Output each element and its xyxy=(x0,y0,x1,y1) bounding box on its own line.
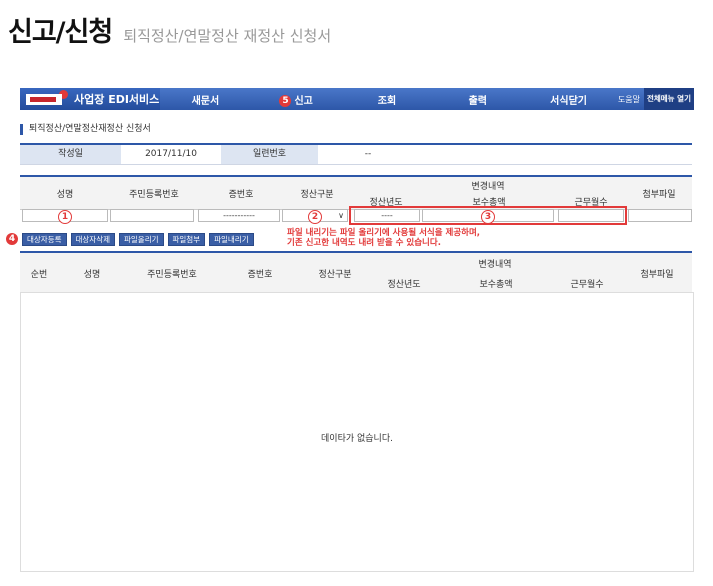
label-serial: 일련번호 xyxy=(221,145,318,164)
step-marker-1: 1 xyxy=(58,210,72,224)
col-cert-no: 증번호 xyxy=(228,190,254,200)
download-notice: 파일 내리기는 파일 올리기에 사용될 서식을 제공하며, 기존 신고한 내역도… xyxy=(287,228,480,248)
delete-target-button[interactable]: 대상자삭제 xyxy=(70,232,115,246)
label-date: 작성일 xyxy=(20,145,121,164)
step-marker-5: 5 xyxy=(279,94,292,107)
menu-all-open[interactable]: 전체메뉴 열기 xyxy=(643,88,694,110)
list-col-seq: 순번 xyxy=(30,270,48,280)
col-attach: 첨부파일 xyxy=(642,190,676,200)
highlight-box xyxy=(349,206,627,225)
empty-message: 데이타가 없습니다. xyxy=(321,434,393,444)
page-header: 신고/신청 퇴직정산/연말정산 재정산 신청서 xyxy=(8,10,331,49)
menu-print[interactable]: 출력 xyxy=(432,92,523,107)
notice-line-2: 기존 신고한 내역도 내려 받을 수 있습니다. xyxy=(287,238,441,248)
attach-input[interactable] xyxy=(628,209,692,222)
col-rrn: 주민등록번호 xyxy=(129,190,179,200)
list-col-months: 근무월수 xyxy=(570,280,604,290)
calc-type-select[interactable]: 2 ∨ xyxy=(282,209,348,224)
top-nav-bar: 사업장 EDI서비스 새문서 5 신고 조회 출력 서식닫기 도움말 전체메뉴 열… xyxy=(20,88,694,110)
list-col-year: 정산년도 xyxy=(387,280,421,290)
form-grid-header: 성명 주민등록번호 증번호 정산구분 변경내역 정산년도 보수총액 근무월수 첨… xyxy=(20,175,692,210)
list-col-name: 성명 xyxy=(83,270,101,280)
menu-close-form[interactable]: 서식닫기 xyxy=(523,92,614,107)
step-marker-4: 4 xyxy=(6,233,18,245)
menu-report-label: 신고 xyxy=(294,95,313,107)
upload-file-button[interactable]: 파일올리기 xyxy=(119,232,164,246)
brand[interactable]: 사업장 EDI서비스 xyxy=(20,88,160,110)
register-target-button[interactable]: 대상자등록 xyxy=(22,232,67,246)
rrn-input[interactable] xyxy=(110,209,194,222)
name-input[interactable]: 1 xyxy=(22,209,108,224)
step-marker-2: 2 xyxy=(308,210,322,224)
download-file-button[interactable]: 파일내리기 xyxy=(209,232,254,246)
list-col-calc-type: 정산구분 xyxy=(318,270,352,280)
list-col-salary: 보수총액 xyxy=(479,280,513,290)
info-bar: 작성일 2017/11/10 일련번호 -- xyxy=(20,143,692,165)
menu-new-document[interactable]: 새문서 xyxy=(160,92,251,107)
col-change: 변경내역 xyxy=(471,182,505,192)
serial-value[interactable]: -- xyxy=(318,145,418,164)
notice-line-1: 파일 내리기는 파일 올리기에 사용될 서식을 제공하며, xyxy=(287,228,481,238)
col-calc-type: 정산구분 xyxy=(300,190,334,200)
page-subtitle: 퇴직정산/연말정산 재정산 신청서 xyxy=(123,27,332,45)
list-col-cert-no: 증번호 xyxy=(247,270,273,280)
cert-no-input[interactable]: ----------- xyxy=(198,209,280,222)
chevron-down-icon: ∨ xyxy=(338,211,344,220)
col-name: 성명 xyxy=(56,190,74,200)
nhis-logo-icon xyxy=(26,93,62,105)
page-title: 신고/신청 xyxy=(8,17,113,48)
list-col-rrn: 주민등록번호 xyxy=(147,270,197,280)
date-value[interactable]: 2017/11/10 xyxy=(121,145,221,164)
list-grid-header: 순번 성명 주민등록번호 증번호 정산구분 변경내역 정산년도 보수총액 근무월… xyxy=(20,251,692,294)
section-title: 퇴직정산/연말정산재정산 신청서 xyxy=(20,124,151,135)
menu-report[interactable]: 5 신고 xyxy=(251,92,342,107)
list-col-change: 변경내역 xyxy=(478,260,512,270)
brand-title: 사업장 EDI서비스 xyxy=(74,93,160,106)
action-buttons: 4 대상자등록 대상자삭제 파일올리기 파일첨부 파일내리기 xyxy=(6,232,254,246)
list-col-attach: 첨부파일 xyxy=(640,270,674,280)
menu-inquiry[interactable]: 조회 xyxy=(342,92,433,107)
attach-file-button[interactable]: 파일첨부 xyxy=(167,232,206,246)
menu-help[interactable]: 도움말 xyxy=(614,94,644,105)
list-body[interactable]: 데이타가 없습니다. xyxy=(20,292,694,572)
